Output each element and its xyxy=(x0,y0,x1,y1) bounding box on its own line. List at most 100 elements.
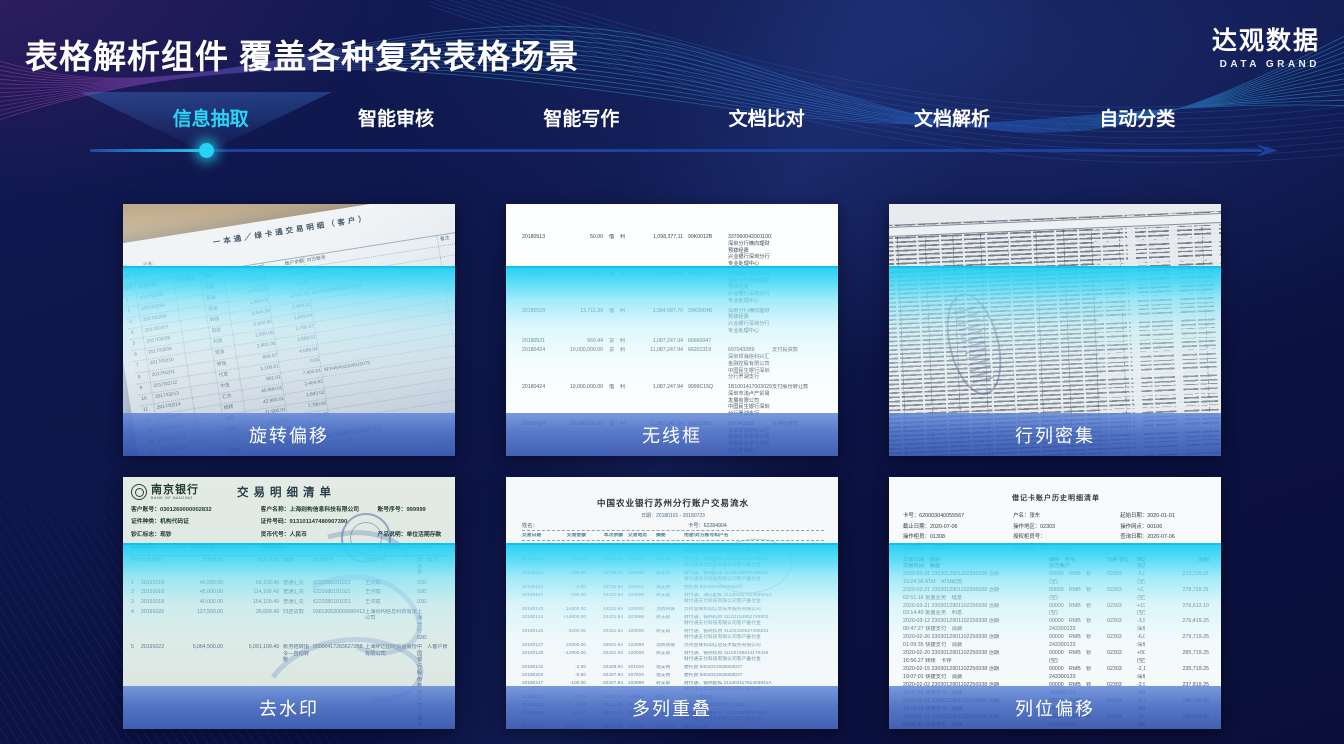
table-cell: -200.00 xyxy=(552,543,586,555)
table-cell: 2020-02-26 2303012901102256938 活期 xyxy=(903,634,1049,640)
card-caption: 去水印 xyxy=(123,686,455,729)
table-cell: 交易日期 xyxy=(522,533,552,539)
table-cell: 摘要 xyxy=(656,533,684,539)
tab-auto-classification[interactable]: 自动分类 xyxy=(1045,104,1230,131)
table-cell: 69,109.49 xyxy=(227,580,279,587)
table-cell xyxy=(427,599,447,606)
table-cell: 20427.94 xyxy=(591,673,623,679)
table-cell: -3,500.00 xyxy=(1137,618,1145,624)
table-cell: 103999 xyxy=(628,543,656,555)
table-cell xyxy=(1107,595,1137,601)
tab-intelligent-writing[interactable]: 智能写作 xyxy=(489,104,674,131)
table-cell: 序号 xyxy=(131,557,141,577)
table-cell: 11,087,247.94 xyxy=(631,347,683,381)
table-cell: 02303 xyxy=(1107,603,1137,609)
tab-document-parsing[interactable]: 文档解析 xyxy=(859,104,1044,131)
timeline-active-dot xyxy=(199,143,214,158)
table-cell: (空) xyxy=(1049,579,1107,585)
table-cell: 107610 xyxy=(628,673,656,679)
table-cell: 66660047 xyxy=(688,338,728,345)
table-cell: 66201319 xyxy=(688,347,728,381)
table-cell: -4200.00 xyxy=(552,629,586,641)
table-cell: 030106493829 xyxy=(417,580,427,587)
table-cell xyxy=(1107,658,1137,664)
table-cell: 转支取 xyxy=(656,615,684,627)
table-cell: 苏州金尊和润信息技术服务有限公司 xyxy=(684,643,824,649)
table-row: 2018012314800.0024231.94100000消费转账苏州金尊和润… xyxy=(522,607,824,613)
table-cell: 王洪斌 xyxy=(365,599,417,606)
table-cell: 20431.94 xyxy=(591,651,623,663)
card-borderless-table: 2018051350.00借利1,098,377.1199K0012B33706… xyxy=(506,204,838,456)
table-header: 交易日期 摘要储种 序号币种 钞汇地区号 收入/支出金额余额交易时间 渠道对方账… xyxy=(903,557,1209,570)
table-cell: 深圳市财付通支付科技有限公司 xyxy=(1137,642,1145,648)
document-header-fields: 卡号：620003040055567户名：张东起始日期：2020-01-01截止… xyxy=(903,511,1209,551)
table-cell: 查询日期：2020-07-06 xyxy=(1120,532,1209,540)
table-row: 02:51:16 批量业务 结息(空)(空) xyxy=(903,595,1209,601)
card-caption: 行列密集 xyxy=(889,413,1221,456)
table-cell: 13,711.39 xyxy=(555,308,603,335)
table-cell: 103999 xyxy=(628,593,656,605)
table-cell: 114,109.49 xyxy=(227,589,279,596)
table-cell: 45,000.00 xyxy=(175,580,223,587)
table-cell: -2.00 xyxy=(552,665,586,671)
timeline-highlight xyxy=(90,149,202,152)
table-cell: 02303 xyxy=(1107,618,1137,624)
table-row: 2020-02-26 2303012901102256938 活期00000 R… xyxy=(903,634,1209,640)
table-row: 查询时间：14:06:24网点名称：自贡汇新支行 xyxy=(903,543,1209,551)
table-cell: 243300133 xyxy=(1049,642,1107,648)
table-row: 起始日期：20191001 终止日期：20191231交易机构：交易柜员：999… xyxy=(131,541,447,550)
page-title: 表格解析组件 覆盖各种复杂表格场景 xyxy=(25,30,579,78)
table-cell: 普通汇兑 xyxy=(283,580,313,587)
table-cell: 00:47:27 快捷支付 消费 xyxy=(903,626,1049,632)
table-cell: 030130020000000413 xyxy=(313,609,365,642)
table-cell: 转支取 xyxy=(656,557,684,569)
table-cell: 14800.00 xyxy=(552,607,586,613)
card-watermark-removal: 南京银行 BANK OF NANJING 交易明细清单 客户账号：0301260… xyxy=(123,477,455,729)
table-row: 钞汇标志：现钞货币代号：人民币产品说明：单位活期存款 xyxy=(131,529,447,538)
table-cell xyxy=(772,234,828,268)
brand-logo: 达观数据 DATA GRAND xyxy=(1212,21,1320,70)
tab-intelligent-review[interactable]: 智能审核 xyxy=(303,104,488,131)
table-cell: 103999 xyxy=(628,571,656,583)
table-cell: 10,000,000.00 xyxy=(555,347,603,381)
table-cell: 流水号 xyxy=(417,557,427,577)
tab-document-compare[interactable]: 文档比对 xyxy=(674,104,859,131)
table-cell: 20180528 xyxy=(522,271,555,305)
table-cell: 王洪斌 xyxy=(365,580,417,587)
table-cell xyxy=(1153,658,1209,664)
table-cell: 交易金额 xyxy=(552,533,586,539)
feature-tabs: 信息抽取 智能审核 智能写作 文档比对 文档解析 自动分类 xyxy=(118,104,1230,131)
table-cell: 户名：张东 xyxy=(1013,511,1120,519)
table-cell: 委托费 9401021940063027 xyxy=(684,665,824,671)
table-cell: 45,000.00 xyxy=(175,589,223,596)
card-multicolumn-overlap: 中国农业银行苏州分行账户交易流水 日期：20180101 - 20180723 … xyxy=(506,477,838,729)
table-cell: 235,719.25 xyxy=(1153,666,1209,672)
table-cell: 转支取 xyxy=(656,543,684,555)
table-cell: 20191020 xyxy=(141,609,175,642)
table-row: 20180125-4200.0020431.94100000转支取财付通、银商扣… xyxy=(522,629,824,641)
table-row: 20180528178.02借利1,098,399.0999K000373370… xyxy=(522,271,828,305)
table-cell: 20180127 xyxy=(522,643,552,649)
table-cell xyxy=(1107,610,1137,616)
card-caption: 列位偏移 xyxy=(889,686,1221,729)
table-cell: -100.00 xyxy=(552,593,586,605)
table-cell: 20180521 xyxy=(522,338,555,345)
table-cell: 24231.94 xyxy=(591,607,623,613)
scenario-card-grid: 一本通／绿卡通交易明细（客户） 卡号： 户名： 币种：人民币 序号交易日期交易渠… xyxy=(123,204,1221,729)
table-cell: 利 xyxy=(620,234,631,268)
tab-information-extraction[interactable]: 信息抽取 xyxy=(118,104,303,131)
table-cell: 卡号：62284904 xyxy=(688,522,824,529)
table-cell xyxy=(1107,563,1137,569)
table-header: 交易日期交易金额本次余额交易地点摘要用途/对方账号和户名 xyxy=(522,533,824,541)
table-cell: 消费转账 xyxy=(656,607,684,613)
table-cell: 2020-03-21 2303012901102256938 活期 xyxy=(903,587,1049,593)
table-cell: 20191018 xyxy=(141,580,175,587)
table-cell: 网点名称：自贡汇新支行 xyxy=(1013,543,1120,551)
table-cell: 2020-02-20 2303012901102256938 活期 xyxy=(903,650,1049,656)
bank-emblem-icon xyxy=(131,484,147,500)
table-row: 20180131-2.0020429.94101610现支费委托费 940102… xyxy=(522,665,824,671)
round-stamp xyxy=(341,513,391,563)
table-cell: 20180128 xyxy=(522,651,552,663)
table-row: 420191020127,500.0026,609.49归还贷款03013002… xyxy=(131,609,447,642)
table-cell: 财付通、银商扣费 11102159614170419 财付通支付科技有限公司客户… xyxy=(684,651,824,663)
